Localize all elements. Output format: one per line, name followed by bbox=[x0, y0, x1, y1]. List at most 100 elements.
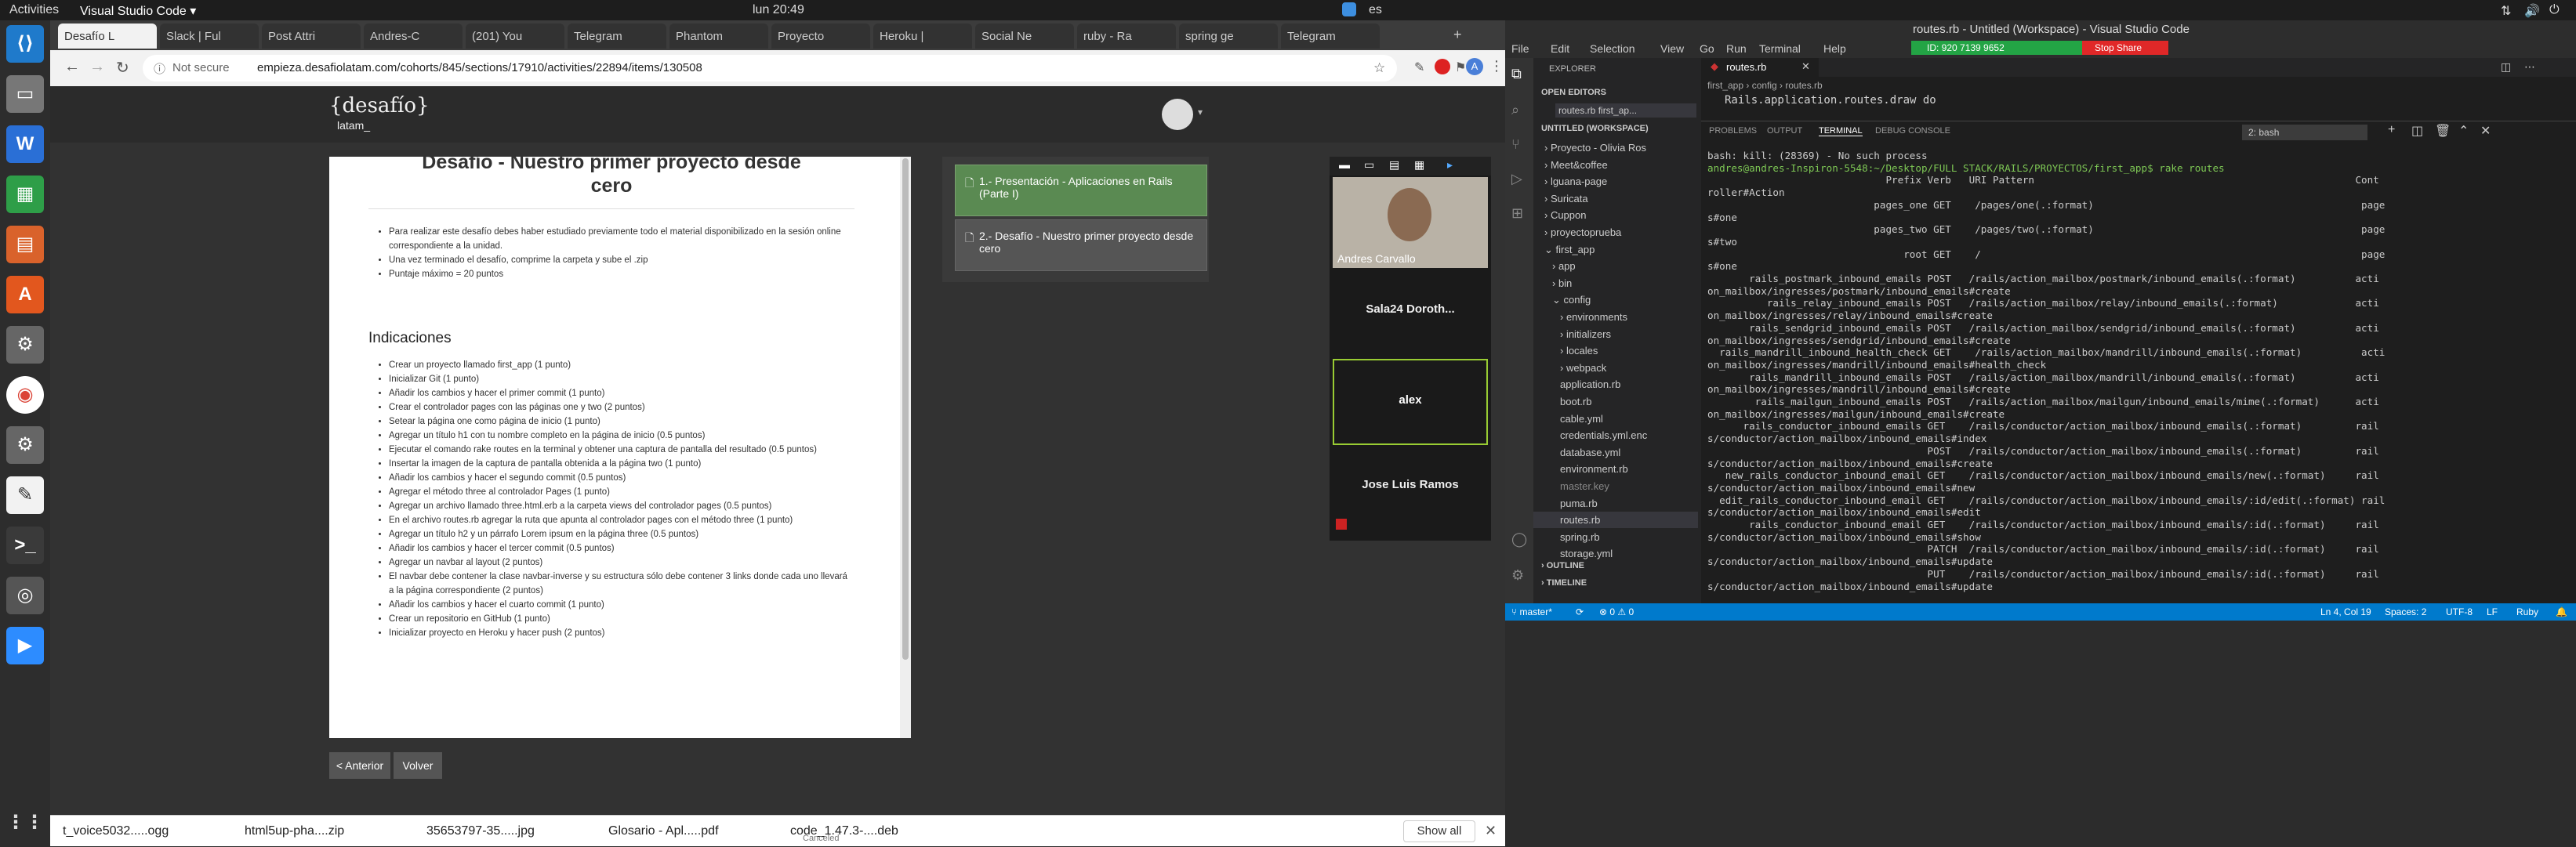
minimize-icon[interactable]: ▬ bbox=[1339, 158, 1350, 171]
file-tree-item[interactable]: ⌄ first_app bbox=[1533, 241, 1698, 258]
file-tree-item[interactable]: puma.rb bbox=[1533, 495, 1698, 512]
browser-tab[interactable]: Post Attri bbox=[262, 24, 361, 49]
file-tree-item[interactable]: › Meet&coffee bbox=[1533, 157, 1698, 173]
browser-tab[interactable]: spring ge bbox=[1179, 24, 1278, 49]
file-tree-item[interactable]: › Proyecto - Olivia Ros bbox=[1533, 139, 1698, 156]
file-tree-item[interactable]: › initializers bbox=[1533, 326, 1698, 342]
file-tree-item[interactable]: › environments bbox=[1533, 309, 1698, 325]
next-page-icon[interactable]: ▸ bbox=[1447, 158, 1453, 172]
panel-tab[interactable]: PROBLEMS bbox=[1709, 126, 1757, 136]
file-tree-item[interactable]: › lguana-page bbox=[1533, 173, 1698, 190]
volume-icon[interactable]: 🔊 bbox=[2524, 3, 2540, 19]
close-downloads-icon[interactable]: ✕ bbox=[1485, 823, 1497, 839]
browser-tab[interactable]: Desafío L bbox=[58, 24, 157, 49]
file-tree-item[interactable]: spring.rb bbox=[1533, 529, 1698, 545]
show-all-button[interactable]: Show all bbox=[1403, 820, 1475, 842]
video-tile-1[interactable]: Andres Carvallo bbox=[1333, 177, 1488, 268]
timeline-header[interactable]: › TIMELINE bbox=[1541, 578, 1587, 588]
back-button[interactable]: Volver bbox=[394, 752, 442, 779]
language-indicator[interactable]: es bbox=[1369, 3, 1382, 17]
search-icon[interactable]: ⌕ bbox=[1511, 102, 1519, 118]
breadcrumb[interactable]: first_app › config › routes.rb bbox=[1707, 80, 1823, 91]
previous-button[interactable]: < Anterior bbox=[329, 752, 390, 779]
zoom-launcher-icon[interactable]: ▶ bbox=[6, 627, 44, 664]
browser-tab[interactable]: Heroku | bbox=[873, 24, 972, 49]
file-tree-item[interactable]: ⌄ config bbox=[1533, 291, 1698, 308]
eol[interactable]: LF bbox=[2487, 606, 2498, 617]
zoom-tray-icon[interactable] bbox=[1342, 2, 1356, 16]
terminal-launcher-icon[interactable]: >_ bbox=[6, 527, 44, 564]
side-item-1[interactable]: 🗋 1.- Presentación - Aplicaciones en Rai… bbox=[955, 165, 1207, 216]
file-tree-item[interactable]: routes.rb bbox=[1533, 512, 1698, 529]
open-editor-routes[interactable]: routes.rb first_ap... bbox=[1555, 103, 1696, 118]
menu-item[interactable]: Terminal bbox=[1759, 42, 1801, 55]
panel-tab[interactable]: DEBUG CONSOLE bbox=[1875, 126, 1950, 136]
view-single-icon[interactable]: ▭ bbox=[1364, 158, 1374, 172]
browser-tab[interactable]: Telegram bbox=[568, 24, 666, 49]
download-item[interactable]: 35653797-35.....jpg bbox=[426, 816, 535, 847]
reload-icon[interactable]: ↻ bbox=[116, 58, 129, 78]
file-tree-item[interactable]: application.rb bbox=[1533, 376, 1698, 393]
browser-tab[interactable]: Telegram bbox=[1281, 24, 1380, 49]
file-tree-item[interactable]: master.key bbox=[1533, 478, 1698, 494]
workspace-header[interactable]: UNTITLED (WORKSPACE) bbox=[1541, 124, 1649, 133]
network-icon[interactable]: ⇅ bbox=[2501, 3, 2511, 19]
account-icon[interactable]: ◯ bbox=[1511, 531, 1527, 548]
download-item[interactable]: t_voice5032.....ogg bbox=[63, 816, 169, 847]
panel-tab[interactable]: TERMINAL bbox=[1819, 126, 1863, 136]
file-tree-item[interactable]: database.yml bbox=[1533, 444, 1698, 461]
panel-tab[interactable]: OUTPUT bbox=[1767, 126, 1802, 136]
menu-item[interactable]: Selection bbox=[1590, 42, 1635, 55]
content-scrollbar[interactable] bbox=[900, 157, 911, 738]
file-tree-item[interactable]: › webpack bbox=[1533, 360, 1698, 376]
file-tree-item[interactable]: credentials.yml.enc bbox=[1533, 427, 1698, 443]
side-item-2[interactable]: 🗋 2.- Desafío - Nuestro primer proyecto … bbox=[955, 219, 1207, 271]
obs-launcher-icon[interactable]: ◎ bbox=[6, 577, 44, 614]
bell-icon[interactable]: 🔔 bbox=[2556, 606, 2567, 617]
browser-tab[interactable]: Slack | Ful bbox=[160, 24, 259, 49]
cursor-position[interactable]: Ln 4, Col 19 bbox=[2320, 606, 2371, 617]
terminal-select[interactable]: 2: bash bbox=[2242, 125, 2367, 140]
file-tree-item[interactable]: › bin bbox=[1533, 275, 1698, 291]
settings2-launcher-icon[interactable]: ⚙ bbox=[6, 426, 44, 464]
calc-launcher-icon[interactable]: ▦ bbox=[6, 176, 44, 213]
language-mode[interactable]: Ruby bbox=[2516, 606, 2538, 617]
video-tile-3-active-speaker[interactable]: alex bbox=[1333, 359, 1488, 445]
new-terminal-icon[interactable]: + bbox=[2388, 123, 2395, 137]
pen-extension-icon[interactable]: ✎ bbox=[1414, 60, 1424, 75]
outline-header[interactable]: › OUTLINE bbox=[1541, 561, 1584, 570]
menu-item[interactable]: Edit bbox=[1551, 42, 1569, 55]
user-avatar[interactable] bbox=[1162, 99, 1193, 130]
bookmark-star-icon[interactable]: ☆ bbox=[1373, 60, 1385, 76]
url-text[interactable]: empieza.desafiolatam.com/cohorts/845/sec… bbox=[257, 61, 702, 74]
text-editor-launcher-icon[interactable]: ✎ bbox=[6, 476, 44, 514]
user-menu-caret-icon[interactable]: ▾ bbox=[1198, 107, 1203, 118]
software-center-icon[interactable]: A bbox=[6, 276, 44, 313]
explorer-icon[interactable]: ⧉ bbox=[1511, 66, 1522, 82]
writer-launcher-icon[interactable]: W bbox=[6, 125, 44, 163]
profile-avatar[interactable]: A bbox=[1466, 58, 1483, 75]
extensions-icon[interactable]: ⊞ bbox=[1511, 205, 1523, 222]
forward-icon[interactable]: → bbox=[89, 58, 105, 76]
clock[interactable]: lun 20:49 bbox=[753, 3, 804, 17]
close-panel-icon[interactable]: ✕ bbox=[2480, 123, 2491, 139]
problems-count[interactable]: ⊗ 0 ⚠ 0 bbox=[1599, 606, 1634, 617]
video-tile-4[interactable]: Jose Luis Ramos bbox=[1333, 447, 1488, 533]
file-tree-item[interactable]: › locales bbox=[1533, 342, 1698, 359]
browser-tab[interactable]: Phantom bbox=[669, 24, 768, 49]
manage-gear-icon[interactable]: ⚙ bbox=[1511, 567, 1524, 584]
file-tree-item[interactable]: › Cuppon bbox=[1533, 207, 1698, 223]
terminal-output[interactable]: bash: kill: (28369) - No such process and… bbox=[1701, 150, 2576, 596]
browser-tab[interactable]: ruby - Ra bbox=[1077, 24, 1176, 49]
download-item[interactable]: Glosario - Apl.....pdf bbox=[608, 816, 719, 847]
menu-item[interactable]: Help bbox=[1823, 42, 1846, 55]
browser-tab[interactable]: (201) You bbox=[466, 24, 564, 49]
site-logo[interactable]: {desafío} bbox=[329, 94, 430, 118]
encoding[interactable]: UTF-8 bbox=[2446, 606, 2473, 617]
file-tree-item[interactable]: › proyectoprueba bbox=[1533, 224, 1698, 241]
zoom-share-id[interactable]: ID: 920 7139 9652 bbox=[1911, 41, 2082, 55]
menu-item[interactable]: Go bbox=[1700, 42, 1714, 55]
debug-icon[interactable]: ▷ bbox=[1511, 171, 1522, 187]
file-tree-item[interactable]: environment.rb bbox=[1533, 461, 1698, 477]
kill-terminal-icon[interactable]: 🗑 bbox=[2435, 123, 2451, 139]
